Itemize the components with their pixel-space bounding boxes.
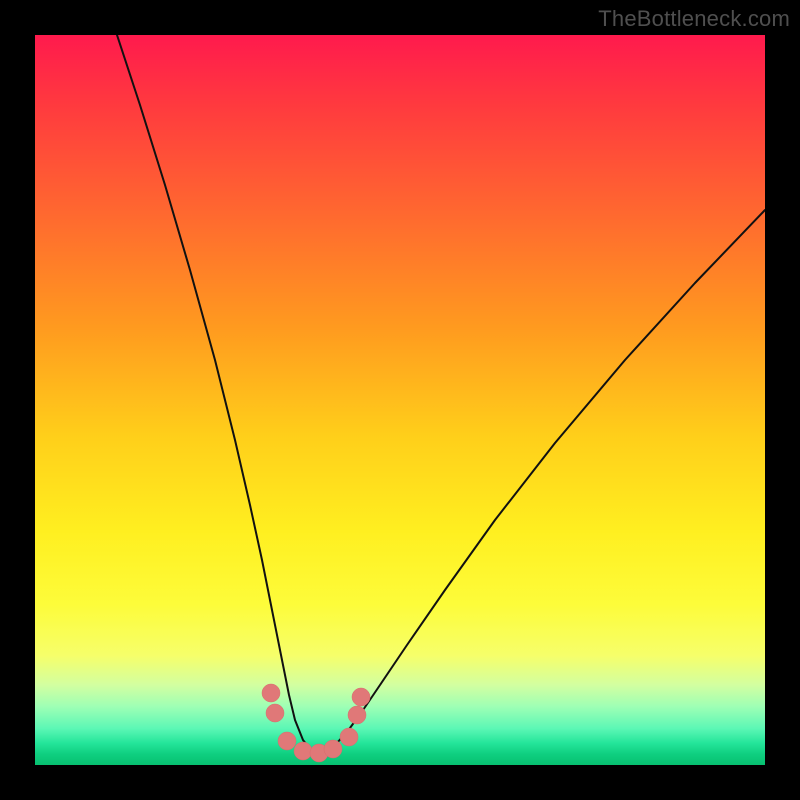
marker-dot	[324, 740, 342, 758]
marker-dot	[348, 706, 366, 724]
marker-dot	[340, 728, 358, 746]
curve-left	[117, 35, 313, 753]
marker-dot	[294, 742, 312, 760]
curve-right	[325, 210, 765, 753]
watermark-label: TheBottleneck.com	[598, 6, 790, 32]
plot-area	[35, 35, 765, 765]
chart-svg	[35, 35, 765, 765]
trough-markers	[262, 684, 370, 762]
marker-dot	[278, 732, 296, 750]
chart-frame: TheBottleneck.com	[0, 0, 800, 800]
marker-dot	[262, 684, 280, 702]
marker-dot	[266, 704, 284, 722]
marker-dot	[352, 688, 370, 706]
